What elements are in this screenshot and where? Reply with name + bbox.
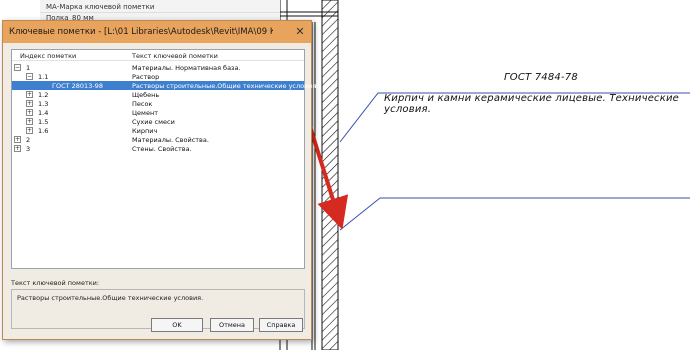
tree-header: Индекс пометки Текст ключевой пометки [12, 50, 304, 61]
keynote-text: Материалы. Свойства. [132, 136, 209, 144]
dialog-title: Ключевые пометки - [L:\01 Libraries\Auto… [9, 27, 273, 37]
collapse-icon[interactable]: − [14, 64, 21, 71]
tree-row[interactable]: + 1.4 Цемент [12, 108, 304, 117]
keynote-gost-title: ГОСТ 7484-78 [504, 72, 578, 83]
keynotes-dialog: Ключевые пометки - [L:\01 Libraries\Auto… [2, 20, 318, 340]
keynote-text-label: Текст ключевой пометки: [11, 279, 100, 287]
keynote-text: Сухие смеси [132, 118, 175, 126]
keynote-text: Песок [132, 100, 153, 108]
cancel-button[interactable]: Отмена [210, 318, 254, 332]
expand-icon[interactable]: + [26, 118, 33, 125]
dialog-titlebar[interactable]: Ключевые пометки - [L:\01 Libraries\Auto… [3, 21, 311, 43]
keynote-index: 1.4 [38, 109, 49, 117]
keynote-text: Растворы строительные.Общие технические … [132, 82, 319, 90]
expand-icon[interactable]: + [26, 109, 33, 116]
keynote-index: 1.5 [38, 118, 49, 126]
keynote-index: 1.1 [38, 73, 49, 81]
keynote-text: Цемент [132, 109, 158, 117]
keynote-index: ГОСТ 28013-98 [52, 82, 103, 90]
keynote-tree[interactable]: Индекс пометки Текст ключевой пометки − … [11, 49, 318, 269]
expand-icon[interactable]: + [14, 136, 21, 143]
revit-workspace: МА-Марка ключевой пометки Полка_80 мм ГО… [0, 0, 700, 350]
expand-icon[interactable]: + [26, 100, 33, 107]
tree-row-selected[interactable]: ГОСТ 28013-98 Растворы строительные.Общи… [12, 81, 318, 90]
tree-row[interactable]: + 3 Стены. Свойства. [12, 144, 304, 153]
tree-row[interactable]: + 2 Материалы. Свойства. [12, 135, 304, 144]
keynote-index: 1 [26, 64, 31, 72]
keynote-index: 1.2 [38, 91, 49, 99]
close-icon[interactable]: ✕ [293, 25, 307, 39]
keynote-text: Материалы. Нормативная база. [132, 64, 241, 72]
keynote-text: Кирпич [132, 127, 158, 135]
keynote-index: 1.6 [38, 127, 49, 135]
help-button[interactable]: Справка [259, 318, 303, 332]
collapse-icon[interactable]: − [26, 73, 33, 80]
properties-separator [40, 12, 280, 13]
keynote-text: Стены. Свойства. [132, 145, 192, 153]
tree-row[interactable]: − 1.1 Раствор [12, 72, 304, 81]
expand-icon[interactable]: + [26, 91, 33, 98]
keynote-text: Щебень [132, 91, 160, 99]
tree-row[interactable]: − 1 Материалы. Нормативная база. [12, 63, 304, 72]
tree-row[interactable]: + 1.6 Кирпич [12, 126, 304, 135]
keynote-gost-description: Кирпич и камни керамические лицевые. Тех… [384, 93, 680, 115]
expand-icon[interactable]: + [14, 145, 21, 152]
keynote-index: 2 [26, 136, 31, 144]
properties-row-label: МА-Марка ключевой пометки [46, 3, 155, 11]
tree-row[interactable]: + 1.5 Сухие смеси [12, 117, 304, 126]
column-header-text[interactable]: Текст ключевой пометки [132, 52, 218, 60]
keynote-index: 3 [26, 145, 31, 153]
ok-button[interactable]: OK [151, 318, 203, 332]
tree-row[interactable]: + 1.2 Щебень [12, 90, 304, 99]
tree-row[interactable]: + 1.3 Песок [12, 99, 304, 108]
keynote-text: Раствор [132, 73, 160, 81]
column-header-index[interactable]: Индекс пометки [20, 52, 76, 60]
expand-icon[interactable]: + [26, 127, 33, 134]
keynote-index: 1.3 [38, 100, 49, 108]
